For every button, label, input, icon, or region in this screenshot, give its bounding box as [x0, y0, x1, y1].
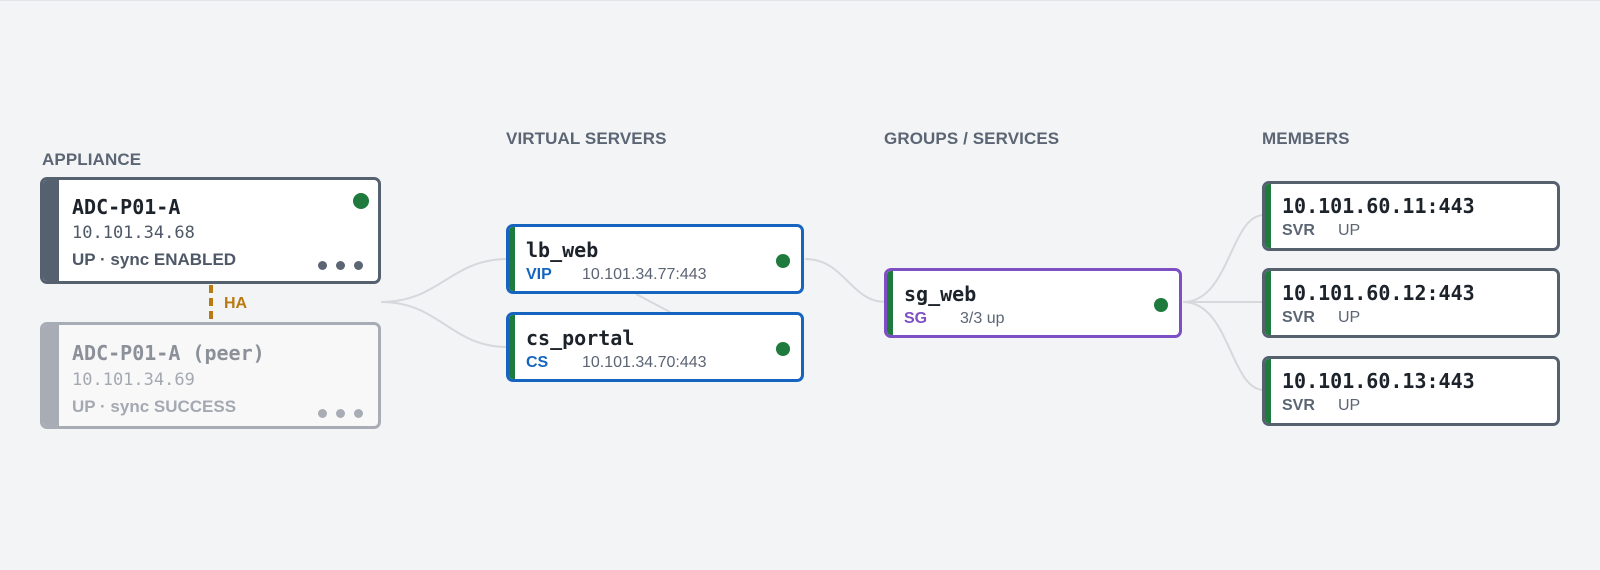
- member-node[interactable]: 10.101.60.13:443 SVR UP: [1262, 356, 1560, 426]
- member-details: SVR UP: [1282, 397, 1360, 415]
- member-name: 10.101.60.11:443: [1282, 194, 1475, 218]
- service-group-summary: 3/3 up: [960, 310, 1005, 327]
- member-accent-bar: [1265, 359, 1271, 423]
- link-lb-web-cs-portal: [635, 293, 671, 313]
- member-kind: SVR: [1282, 222, 1315, 239]
- appliance-name: ADC-P01-A: [72, 195, 181, 219]
- member-name: 10.101.60.13:443: [1282, 369, 1475, 393]
- member-node[interactable]: 10.101.60.11:443 SVR UP: [1262, 181, 1560, 251]
- link-lb-web-sg-web: [804, 258, 887, 303]
- vserver-details: VIP 10.101.34.77:443: [526, 266, 707, 284]
- vserver-status-dot: [776, 254, 790, 268]
- appliance-status-dot: [353, 193, 369, 209]
- appliance-accent-bar: [43, 180, 59, 281]
- service-group-details: SG 3/3 up: [904, 310, 1004, 328]
- service-group-kind: SG: [904, 310, 928, 327]
- appliance-ip: 10.101.34.68: [72, 223, 195, 243]
- peer-appliance-node[interactable]: ADC-P01-A (peer) 10.101.34.69 UP · sync …: [40, 322, 381, 429]
- peer-accent-bar: [43, 325, 59, 426]
- link-sg-web-member-1: [1182, 214, 1265, 303]
- vserver-name: cs_portal: [526, 326, 635, 350]
- vserver-kind: CS: [526, 354, 549, 371]
- service-group-node-sg-web[interactable]: sg_web SG 3/3 up: [884, 268, 1182, 338]
- ha-link-line: [209, 285, 213, 319]
- member-accent-bar: [1265, 271, 1271, 335]
- column-header-members: MEMBERS: [1262, 129, 1350, 148]
- column-header-groups: GROUPS / SERVICES: [884, 129, 1060, 148]
- vserver-status-dot: [776, 342, 790, 356]
- member-node[interactable]: 10.101.60.12:443 SVR UP: [1262, 268, 1560, 338]
- appliance-node[interactable]: ADC-P01-A 10.101.34.68 UP · sync ENABLED: [40, 177, 381, 284]
- link-sg-web-member-3: [1182, 301, 1265, 391]
- peer-status: UP · sync SUCCESS: [72, 397, 237, 416]
- appliance-status: UP · sync ENABLED: [72, 250, 237, 269]
- member-kind: SVR: [1282, 397, 1315, 414]
- vserver-kind: VIP: [526, 266, 552, 283]
- vserver-address: 10.101.34.70:443: [582, 354, 707, 371]
- vserver-address: 10.101.34.77:443: [582, 266, 707, 283]
- vserver-node-cs-portal[interactable]: cs_portal CS 10.101.34.70:443: [506, 312, 804, 382]
- member-accent-bar: [1265, 184, 1271, 248]
- vserver-name: lb_web: [526, 238, 599, 262]
- link-appliance-cs-portal: [380, 301, 509, 348]
- appliance-more-menu-icon[interactable]: [318, 261, 363, 270]
- member-details: SVR UP: [1282, 309, 1360, 327]
- member-status: UP: [1338, 222, 1361, 239]
- member-name: 10.101.60.12:443: [1282, 281, 1475, 305]
- service-group-status-dot: [1154, 298, 1168, 312]
- member-kind: SVR: [1282, 309, 1315, 326]
- member-details: SVR UP: [1282, 222, 1360, 240]
- ha-label: HA: [224, 295, 248, 312]
- column-header-virtual-servers: VIRTUAL SERVERS: [506, 129, 667, 148]
- vserver-accent-bar: [509, 315, 515, 379]
- vserver-details: CS 10.101.34.70:443: [526, 354, 707, 372]
- vserver-node-lb-web[interactable]: lb_web VIP 10.101.34.77:443: [506, 224, 804, 294]
- service-group-name: sg_web: [904, 282, 977, 306]
- vserver-accent-bar: [509, 227, 515, 291]
- peer-more-menu-icon[interactable]: [318, 409, 363, 418]
- peer-name: ADC-P01-A (peer): [72, 341, 265, 365]
- column-header-appliance: APPLIANCE: [42, 150, 142, 169]
- member-status: UP: [1338, 309, 1361, 326]
- member-status: UP: [1338, 397, 1361, 414]
- service-group-accent-bar: [887, 271, 893, 335]
- link-appliance-lb-web: [380, 258, 509, 303]
- peer-ip: 10.101.34.69: [72, 370, 195, 390]
